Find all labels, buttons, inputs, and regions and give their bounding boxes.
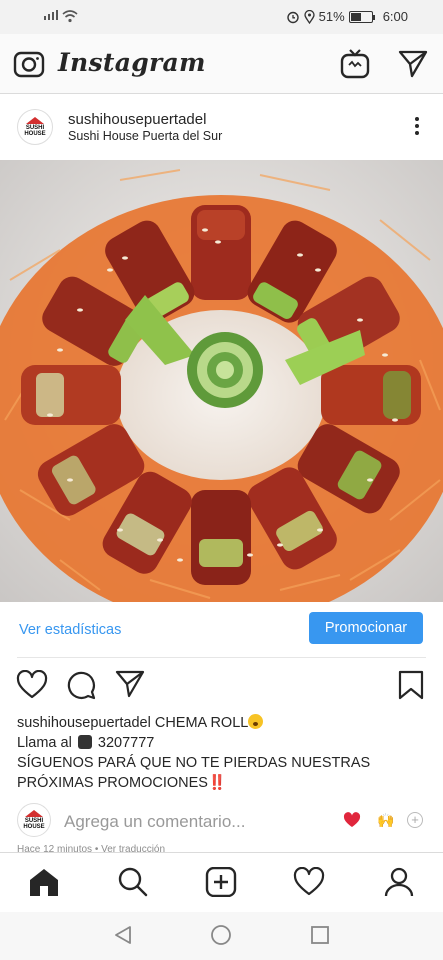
comment-icon[interactable] [66,670,96,700]
igtv-icon[interactable] [340,48,370,80]
commenter-avatar-text: SUSHI HOUSE [23,818,45,830]
divider [17,657,426,658]
caption-promo-text: SÍGUENOS PARÁ QUE NO TE PIERDAS NUESTRAS… [17,755,371,791]
location-icon [304,9,315,24]
promote-button[interactable]: Promocionar [309,612,423,644]
post-caption: sushihousepuertadel CHEMA ROLL Llama al … [17,713,427,793]
double-exclamation-icon: ‼️ [207,775,226,791]
view-stats-link[interactable]: Ver estadísticas [19,622,121,638]
alarm-icon [286,11,299,23]
caption-title: CHEMA ROLL [154,715,249,731]
caption-call-label: Llama al [17,735,72,751]
meta-separator: • [92,844,102,852]
heart-emoji[interactable] [343,812,361,828]
caption-username[interactable]: sushihousepuertadel [17,715,151,731]
more-options-icon[interactable] [415,117,419,135]
phone-icon [77,735,92,749]
profile-icon[interactable] [383,867,415,897]
post-actions [0,665,443,707]
add-comment-row: SUSHI HOUSE Agrega un comentario... 🙌 + [0,800,443,844]
post-image[interactable] [0,160,443,602]
status-bar: 51% 6:00 [0,0,443,34]
post-time: Hace 12 minutos [17,844,93,852]
post-meta: Hace 12 minutos • Ver traducción [17,844,165,852]
home-circle-icon[interactable] [210,924,232,946]
wifi-icon [62,10,78,23]
insights-bar: Ver estadísticas Promocionar [0,602,443,658]
back-icon[interactable] [112,924,134,946]
avatar[interactable]: SUSHI HOUSE [17,109,53,145]
search-icon[interactable] [117,867,149,897]
system-nav-bar [0,912,443,960]
see-translation-link[interactable]: Ver traducción [101,844,165,852]
activity-icon[interactable] [293,867,325,897]
battery-icon [348,10,375,23]
avatar-logo-text: SUSHI HOUSE [24,125,46,137]
bookmark-icon[interactable] [398,670,424,700]
app-title: Instagram [58,48,206,77]
recents-icon[interactable] [309,924,331,946]
comment-input[interactable]: Agrega un comentario... [64,812,245,832]
battery-percent: 51% [318,9,345,24]
clock: 6:00 [382,9,408,24]
caption-phone-number: 3207777 [97,735,155,751]
raised-hands-emoji[interactable]: 🙌 [377,812,394,829]
new-post-icon[interactable] [205,867,237,897]
share-icon[interactable] [115,670,145,698]
post-username[interactable]: sushihousepuertadel [68,111,206,128]
like-icon[interactable] [16,670,48,700]
commenter-avatar: SUSHI HOUSE [17,803,51,837]
app-header: Instagram [0,34,443,94]
face-emoji-icon [248,714,264,729]
add-reaction-icon[interactable]: + [407,812,423,828]
sushi-roll-photo [0,160,443,602]
post-location[interactable]: Sushi House Puerta del Sur [68,129,222,143]
camera-icon[interactable] [13,49,45,79]
bottom-nav [0,852,443,912]
signal-icon [44,10,58,20]
direct-message-icon[interactable] [398,50,428,78]
post-header: SUSHI HOUSE sushihousepuertadel Sushi Ho… [0,95,443,160]
home-icon[interactable] [28,867,60,897]
